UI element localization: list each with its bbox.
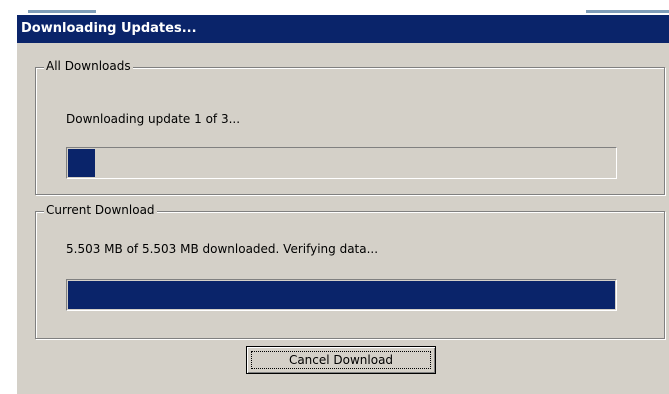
current-download-progress-fill [68, 281, 615, 309]
cancel-download-label: Cancel Download [251, 351, 431, 369]
cancel-download-button[interactable]: Cancel Download [246, 346, 436, 374]
current-download-legend: Current Download [44, 203, 157, 217]
all-downloads-group: All Downloads Downloading update 1 of 3.… [35, 59, 665, 195]
current-download-status: 5.503 MB of 5.503 MB downloaded. Verifyi… [66, 242, 379, 256]
background-window-edge-right [586, 10, 669, 13]
dialog-title: Downloading Updates... [21, 21, 197, 36]
background-window-edge-left [28, 10, 96, 13]
all-downloads-progress-bar [66, 147, 617, 179]
current-download-group: Current Download 5.503 MB of 5.503 MB do… [35, 203, 665, 339]
all-downloads-legend: All Downloads [44, 59, 133, 73]
all-downloads-progress-fill [68, 149, 96, 177]
desktop-background [0, 0, 669, 14]
all-downloads-status: Downloading update 1 of 3... [66, 112, 241, 126]
dialog-titlebar[interactable]: Downloading Updates... [17, 15, 669, 43]
download-dialog: Downloading Updates... All Downloads Dow… [16, 14, 669, 394]
current-download-progress-bar [66, 279, 617, 311]
